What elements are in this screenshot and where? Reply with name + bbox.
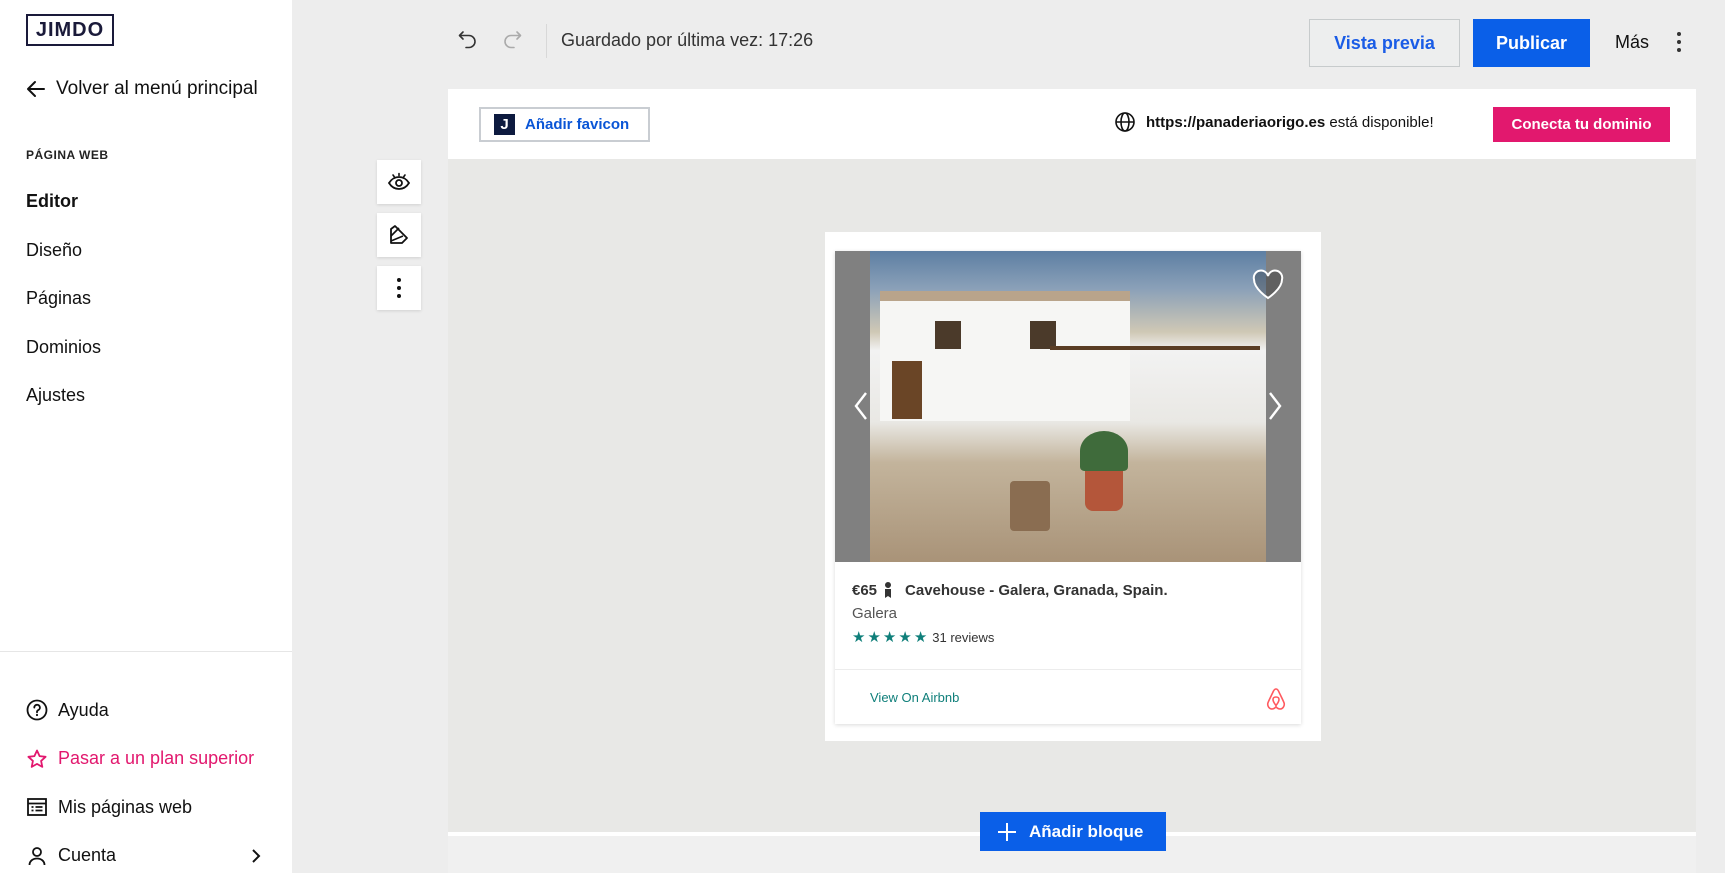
star-icon: ★ [882,629,897,646]
previous-photo-button[interactable] [853,391,869,426]
back-to-main-menu[interactable]: Volver al menú principal [26,78,258,100]
upgrade-label: Pasar a un plan superior [58,748,255,769]
my-sites-link[interactable]: Mis páginas web [0,783,292,832]
back-label: Volver al menú principal [56,78,258,99]
star-icon: ★ [898,629,912,646]
redo-button[interactable] [501,28,523,55]
next-photo-button[interactable] [1267,391,1283,426]
upgrade-plan-link[interactable]: Pasar a un plan superior [0,735,292,784]
cave-house-image [870,251,1266,562]
eye-icon [387,172,411,190]
star-icon: ★ [852,629,866,646]
redo-icon [504,31,522,49]
domain-availability: https://panaderiaorigo.es está disponibl… [1114,111,1434,133]
airbnb-embed-block[interactable]: €65 Cavehouse - Galera, Granada, Spain. … [825,232,1321,741]
domain-url: https://panaderiaorigo.es [1146,113,1326,131]
vertical-dots-icon [397,278,401,298]
plus-icon [998,822,1016,841]
sidebar-item-editor[interactable]: Editor [26,187,101,236]
help-icon [26,699,48,721]
block-more-button[interactable] [377,266,421,310]
favicon-j-icon: J [494,114,515,135]
undo-icon [458,31,476,49]
add-block-button[interactable]: Añadir bloque [980,812,1166,851]
listing-footer: View On Airbnb [835,669,1301,724]
sidebar-item-domains[interactable]: Dominios [26,333,101,382]
chevron-left-icon [854,392,867,420]
airbnb-logo[interactable] [1265,687,1287,716]
sites-list-icon [27,798,47,817]
more-options-button[interactable] [1676,30,1682,59]
section-label: PÁGINA WEB [26,148,109,162]
chevron-right-icon [252,849,261,863]
help-label: Ayuda [58,699,109,720]
my-sites-label: Mis páginas web [58,796,193,817]
block-tools [377,160,421,319]
account-link[interactable]: Cuenta [0,832,292,873]
airbnb-icon [1266,688,1286,710]
railing-shape [1050,346,1260,350]
visibility-button[interactable] [377,160,421,204]
price-title-row: €65 Cavehouse - Galera, Granada, Spain. [852,581,1284,599]
stump-shape [1010,481,1050,531]
paint-palette-icon [390,225,408,244]
save-favorite-button[interactable] [1251,269,1285,306]
listing-rating: ★ ★ ★ ★ ★ 31 reviews [852,630,1284,645]
pot-shape [1085,471,1123,511]
preview-button[interactable]: Vista previa [1309,19,1460,67]
toolbar-divider [546,24,547,58]
heart-icon [1252,269,1284,300]
connect-domain-button[interactable]: Conecta tu dominio [1493,107,1670,142]
listing-info: €65 Cavehouse - Galera, Granada, Spain. … [852,581,1284,646]
domain-suffix: está disponible! [1325,113,1434,131]
account-label: Cuenta [58,845,117,866]
listing-card[interactable]: €65 Cavehouse - Galera, Granada, Spain. … [835,251,1301,724]
door-shape [892,361,922,419]
star-icon: ★ [867,629,881,646]
undo-button[interactable] [457,28,479,55]
editor-toolbar: Guardado por última vez: 17:26 Vista pre… [292,0,1725,88]
window-shape [935,321,961,349]
add-favicon-button[interactable]: J Añadir favicon [479,107,650,142]
listing-location: Galera [852,605,898,622]
user-icon [28,846,46,865]
vertical-dots-icon [1677,32,1681,52]
domain-text: https://panaderiaorigo.es está disponibl… [1146,114,1434,131]
medal-icon [885,582,892,598]
sidebar-footer: Ayuda Pasar a un plan superior Mis págin… [0,651,292,873]
sidebar-item-settings[interactable]: Ajustes [26,381,101,430]
help-link[interactable]: Ayuda [0,686,292,735]
sidebar: JIMDO Volver al menú principal PÁGINA WE… [0,0,292,873]
arrow-left-icon [27,81,45,97]
window-shape [1030,321,1056,349]
jimdo-logo[interactable]: JIMDO [26,14,114,46]
more-button[interactable]: Más [1615,32,1649,53]
publish-button[interactable]: Publicar [1473,19,1590,67]
listing-photo[interactable] [835,251,1301,562]
chevron-right-icon [1269,392,1282,420]
sidebar-nav: Editor Diseño Páginas Dominios Ajustes [26,187,101,430]
listing-title: Cavehouse - Galera, Granada, Spain. [905,581,1168,599]
review-count: 31 reviews [932,630,995,645]
sidebar-item-design[interactable]: Diseño [26,236,101,285]
globe-icon [1115,112,1135,132]
add-block-label: Añadir bloque [1029,821,1144,841]
view-on-airbnb-link[interactable]: View On Airbnb [870,690,959,705]
star-icon: ★ [913,629,928,646]
star-icon [27,749,47,768]
sidebar-item-pages[interactable]: Páginas [26,284,101,333]
add-favicon-label: Añadir favicon [525,116,630,133]
plant-shape [1080,431,1128,471]
block-design-button[interactable] [377,213,421,257]
site-header-bar: J Añadir favicon https://panaderiaorigo.… [448,89,1696,159]
last-saved-status: Guardado por última vez: 17:26 [561,30,814,50]
listing-price: €65 [852,581,878,599]
